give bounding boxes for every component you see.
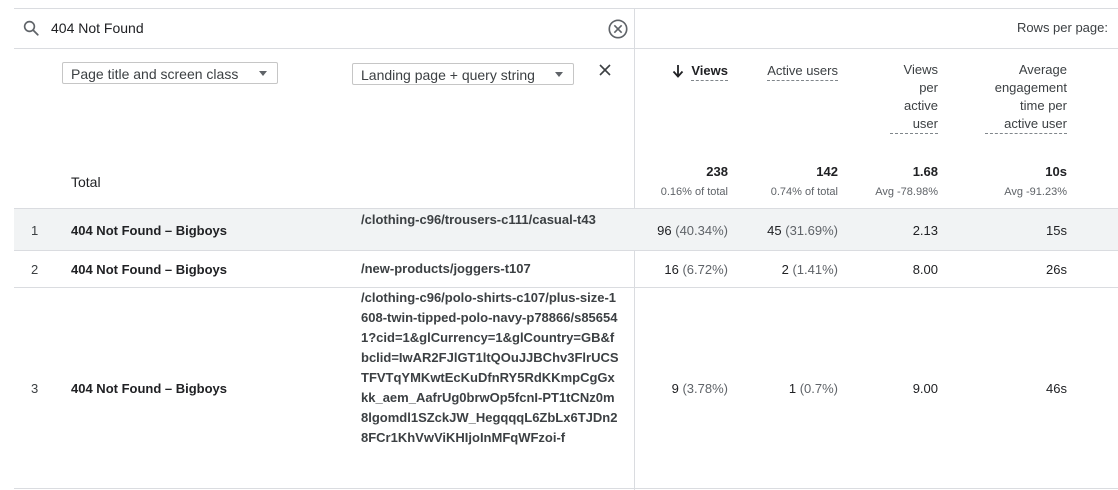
row-active-users: 1 (0.7%)	[788, 381, 838, 396]
row-views: 9 (3.78%)	[671, 381, 728, 396]
row-views-per-user: 8.00	[912, 262, 938, 277]
total-active-users-share: 0.74% of total	[770, 186, 838, 198]
row-landing-page: /clothing-c96/polo-shirts-c107/plus-size…	[361, 290, 619, 445]
top-divider	[14, 8, 1118, 9]
rows-per-page-label: Rows per page:	[1016, 20, 1108, 35]
secondary-dimension-label: Landing page + query string	[361, 67, 535, 83]
primary-dimension-label: Page title and screen class	[71, 66, 239, 82]
row-views: 96 (40.34%)	[657, 223, 728, 238]
total-views: 238	[706, 164, 728, 179]
total-engagement-time-avg: Avg -91.23%	[1004, 186, 1067, 198]
chevron-down-icon	[555, 72, 563, 77]
row-engagement-time: 26s	[1046, 262, 1067, 277]
chevron-down-icon	[259, 71, 267, 76]
column-header-avg-engagement-time[interactable]: Average engagement time per active user	[985, 61, 1067, 134]
total-views-per-user-avg: Avg -78.98%	[875, 186, 938, 198]
total-views-per-user: 1.68	[912, 164, 938, 179]
row-divider	[14, 488, 1118, 489]
secondary-dimension-dropdown[interactable]: Landing page + query string	[352, 63, 574, 85]
column-header-views[interactable]: Views	[668, 61, 728, 81]
row-page-title: 404 Not Found – Bigboys	[71, 262, 228, 277]
row-divider	[14, 250, 1118, 251]
search-input[interactable]: 404 Not Found	[51, 20, 144, 36]
row-active-users: 2 (1.41%)	[781, 262, 838, 277]
row-views-per-user: 2.13	[912, 223, 938, 238]
header-divider	[14, 48, 1118, 49]
column-header-active-users[interactable]: Active users	[758, 61, 838, 81]
row-engagement-time: 15s	[1046, 223, 1067, 238]
total-label: Total	[71, 174, 101, 190]
row-number: 1	[31, 223, 39, 238]
row-landing-page: /new-products/joggers-t107	[361, 261, 531, 276]
row-views: 16 (6.72%)	[664, 262, 728, 277]
column-header-views-per-active-user[interactable]: Views per active user	[890, 61, 938, 134]
row-engagement-time: 46s	[1046, 381, 1067, 396]
total-views-share: 0.16% of total	[660, 186, 728, 198]
search-icon	[23, 20, 39, 36]
row-landing-page: /clothing-c96/trousers-c111/casual-t43	[361, 212, 596, 227]
primary-dimension-dropdown[interactable]: Page title and screen class	[62, 62, 278, 84]
row-number: 3	[31, 381, 39, 396]
row-views-per-user: 9.00	[912, 381, 938, 396]
row-page-title: 404 Not Found – Bigboys	[71, 381, 228, 396]
clear-search-icon[interactable]	[607, 18, 629, 40]
total-engagement-time: 10s	[1045, 164, 1067, 179]
row-active-users: 45 (31.69%)	[767, 223, 838, 238]
row-page-title: 404 Not Found – Bigboys	[71, 223, 228, 238]
row-number: 2	[31, 262, 39, 277]
total-active-users: 142	[816, 164, 838, 179]
remove-secondary-dimension-icon[interactable]	[598, 63, 612, 77]
